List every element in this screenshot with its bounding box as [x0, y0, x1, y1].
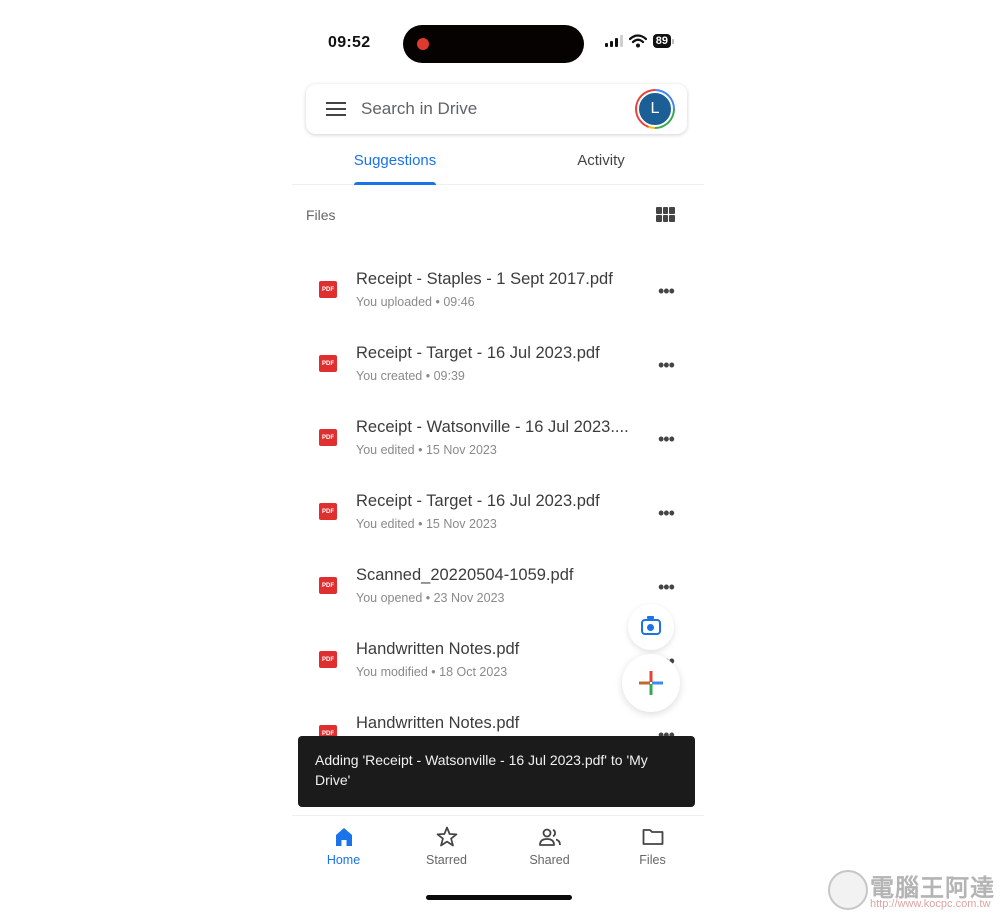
file-name: Handwritten Notes.pdf — [356, 640, 520, 658]
file-meta: You edited • 15 Nov 2023 — [356, 517, 497, 531]
file-row[interactable]: PDF Receipt - Watsonville - 16 Jul 2023.… — [292, 410, 704, 484]
phone-screen: 09:52 89 Search in Drive L Suggestions A… — [292, 12, 704, 912]
home-icon — [335, 828, 352, 846]
nav-home-label: Home — [326, 853, 361, 867]
scan-camera-button[interactable] — [628, 604, 674, 650]
file-row[interactable]: PDF Receipt - Target - 16 Jul 2023.pdf Y… — [292, 484, 704, 558]
file-meta: You modified • 18 Oct 2023 — [356, 665, 508, 679]
watermark-url: http://www.kocpc.com.tw — [870, 898, 991, 910]
folder-icon — [642, 829, 663, 845]
plus-icon — [639, 671, 663, 695]
nav-files-label: Files — [639, 853, 666, 867]
more-options-icon[interactable]: ••• — [658, 578, 675, 596]
pdf-file-icon: PDF — [319, 355, 337, 372]
nav-home[interactable]: Home — [292, 816, 395, 877]
battery-level: 89 — [652, 34, 671, 48]
more-options-icon[interactable]: ••• — [658, 282, 675, 300]
camera-icon — [641, 616, 661, 635]
more-options-icon[interactable]: ••• — [658, 504, 675, 522]
file-meta: You created • 09:39 — [356, 369, 465, 383]
tab-bar: Suggestions Activity — [292, 140, 704, 185]
grid-view-icon[interactable] — [656, 207, 675, 222]
file-name: Receipt - Target - 16 Jul 2023.pdf — [356, 492, 600, 510]
star-icon — [436, 826, 457, 847]
pdf-file-icon: PDF — [319, 577, 337, 594]
more-options-icon[interactable]: ••• — [658, 356, 675, 374]
more-options-icon[interactable]: ••• — [658, 430, 675, 448]
account-avatar[interactable]: L — [635, 89, 675, 129]
cellular-signal-icon — [604, 35, 623, 47]
new-button[interactable] — [622, 654, 680, 712]
shared-icon — [538, 828, 561, 846]
file-row[interactable]: PDF Receipt - Target - 16 Jul 2023.pdf Y… — [292, 336, 704, 410]
nav-files[interactable]: Files — [601, 816, 704, 877]
nav-shared[interactable]: Shared — [498, 816, 601, 877]
mascot-face-icon — [828, 870, 868, 910]
nav-starred-label: Starred — [426, 853, 467, 867]
file-name: Receipt - Target - 16 Jul 2023.pdf — [356, 344, 600, 362]
file-name: Scanned_20220504-1059.pdf — [356, 566, 574, 584]
dynamic-island — [403, 25, 584, 63]
bottom-navigation: Home Starred Shared Files — [292, 815, 704, 877]
file-name: Handwritten Notes.pdf — [356, 714, 520, 732]
recording-indicator-icon — [417, 38, 429, 50]
file-meta: You opened • 23 Nov 2023 — [356, 591, 505, 605]
pdf-file-icon: PDF — [319, 281, 337, 298]
file-name: Receipt - Staples - 1 Sept 2017.pdf — [356, 270, 613, 288]
files-section-label: Files — [306, 207, 336, 223]
file-meta: You uploaded • 09:46 — [356, 295, 475, 309]
wifi-icon — [628, 34, 647, 48]
status-time: 09:52 — [328, 34, 371, 51]
pdf-file-icon: PDF — [319, 429, 337, 446]
nav-starred[interactable]: Starred — [395, 816, 498, 877]
search-bar[interactable]: Search in Drive L — [306, 84, 687, 134]
nav-shared-label: Shared — [529, 853, 570, 867]
avatar-letter: L — [637, 91, 673, 127]
battery-icon: 89 — [652, 34, 674, 48]
hamburger-menu-icon[interactable] — [326, 102, 346, 116]
file-row[interactable]: PDF Receipt - Staples - 1 Sept 2017.pdf … — [292, 262, 704, 336]
status-icons: 89 — [604, 34, 674, 48]
watermark-logo: 電腦王阿達 http://www.kocpc.com.tw — [826, 866, 996, 914]
file-name: Receipt - Watsonville - 16 Jul 2023.... — [356, 418, 629, 436]
tab-suggestions[interactable]: Suggestions — [292, 140, 498, 184]
pdf-file-icon: PDF — [319, 503, 337, 520]
snackbar-message: Adding 'Receipt - Watsonville - 16 Jul 2… — [298, 736, 695, 807]
tab-activity[interactable]: Activity — [498, 140, 704, 184]
home-indicator — [426, 895, 572, 900]
pdf-file-icon: PDF — [319, 651, 337, 668]
search-input[interactable]: Search in Drive — [361, 99, 635, 119]
file-meta: You edited • 15 Nov 2023 — [356, 443, 497, 457]
